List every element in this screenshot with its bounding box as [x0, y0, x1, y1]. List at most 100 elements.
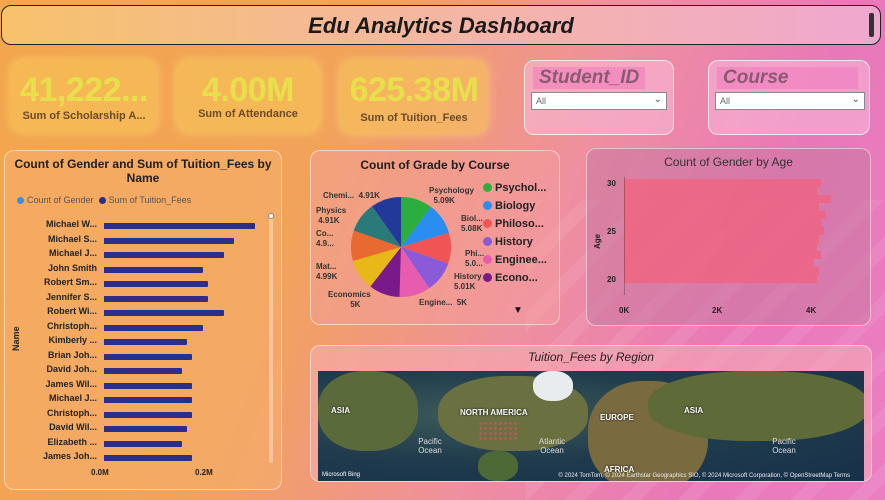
tuition-bar[interactable] — [104, 295, 208, 302]
age-bar[interactable] — [624, 267, 819, 275]
tuition-by-region-title: Tuition_Fees by Region — [528, 350, 654, 364]
header-bar: Edu Analytics Dashboard — [1, 5, 881, 45]
bar-category-label: Christoph... — [47, 320, 97, 331]
pie-label-psychology: Psychology 5.09K — [429, 186, 474, 205]
bar-category-label: Elizabeth ... — [47, 436, 97, 447]
age-axis-label: Age — [593, 233, 602, 249]
bar-category-label: Brian Joh... — [47, 349, 97, 360]
course-slicer: Course All ⌄ — [708, 60, 870, 135]
pie-legend-item[interactable]: Enginee... — [483, 254, 547, 266]
tuition-bar[interactable] — [104, 397, 192, 403]
age-bar[interactable] — [624, 179, 821, 187]
kpi-scholarship-value: 41,222... — [20, 71, 148, 109]
age-bar[interactable] — [624, 219, 821, 227]
tuition-bar[interactable] — [104, 455, 192, 461]
course-dropdown[interactable]: All ⌄ — [715, 92, 865, 110]
bar-category-label: Kimberly ... — [48, 335, 97, 345]
map-ocean-pacific-east: Pacific Ocean — [772, 437, 796, 455]
chevron-down-icon: ⌄ — [851, 94, 860, 105]
pie-legend-item[interactable]: Econo... — [483, 272, 547, 284]
tuition-bar[interactable] — [104, 266, 203, 273]
map-land — [478, 451, 518, 481]
legend-tuition: Sum of Tuition_Fees — [108, 195, 192, 205]
map-ocean-pacific-west: Pacific Ocean — [418, 437, 442, 455]
tuition-bar[interactable] — [104, 310, 224, 316]
gender-by-age-card: Count of Gender by Age Age 30 25 20 0K 2… — [586, 148, 871, 326]
pie-legend-item[interactable]: History — [483, 236, 547, 248]
tuition-bar[interactable] — [104, 440, 182, 447]
tuition-bar[interactable] — [104, 281, 208, 287]
kpi-tuition-card[interactable]: 625.38M Sum of Tuition_Fees — [340, 60, 488, 134]
age-bar[interactable] — [624, 211, 826, 219]
bar-scrollbar[interactable] — [268, 213, 274, 463]
region-map[interactable]: ASIA NORTH AMERICA EUROPE ASIA AFRICA Pa… — [318, 371, 864, 481]
bar-category-label: Michael J... — [48, 248, 97, 258]
pie-legend-item[interactable]: Philoso... — [483, 218, 547, 230]
age-bar[interactable] — [624, 195, 831, 203]
kpi-scholarship-card[interactable]: 41,222... Sum of Scholarship A... — [11, 60, 157, 132]
bar-category-label: James Wil... — [45, 378, 97, 389]
kpi-tuition-value: 625.38M — [349, 71, 479, 109]
age-xtick-0: 0K — [619, 306, 630, 315]
age-bar[interactable] — [624, 275, 817, 283]
bing-logo: Microsoft Bing — [322, 472, 361, 478]
map-land — [533, 371, 573, 401]
pie-chart[interactable] — [351, 197, 451, 297]
map-land — [648, 371, 864, 441]
tuition-by-region-card: Tuition_Fees by Region ASIA NORTH AMERIC… — [310, 345, 872, 482]
grade-by-course-card: Count of Grade by Course Psychology 5.09… — [310, 150, 560, 325]
pie-label-biology: Biol... 5.08K — [461, 214, 483, 233]
age-bar[interactable] — [624, 187, 817, 195]
dashboard-title: Edu Analytics Dashboard — [308, 13, 574, 38]
student-id-dropdown[interactable]: All ⌄ — [531, 92, 667, 110]
age-bar[interactable] — [624, 259, 814, 267]
tuition-bar[interactable] — [104, 411, 192, 418]
kpi-attendance-card[interactable]: 4.00M Sum of Attendance — [176, 60, 320, 132]
map-label-europe: EUROPE — [600, 413, 634, 422]
map-credit: © 2024 TomTom, © 2024 Earthstar Geograph… — [558, 473, 850, 479]
age-bar[interactable] — [624, 243, 817, 251]
legend-scroll-down-icon[interactable]: ▼ — [513, 305, 523, 316]
tuition-bar[interactable] — [104, 382, 192, 389]
age-bar[interactable] — [624, 227, 824, 235]
age-bar[interactable] — [624, 251, 821, 259]
gender-by-age-title: Count of Gender by Age — [664, 155, 793, 169]
course-selected: All — [720, 96, 731, 106]
age-tick-20: 20 — [607, 275, 616, 284]
map-data-points[interactable] — [478, 421, 518, 441]
bar-category-label: Robert Wi... — [47, 306, 97, 316]
tuition-bar[interactable] — [104, 252, 224, 258]
bar-category-label: Jennifer S... — [45, 291, 97, 302]
age-bar[interactable] — [624, 203, 819, 211]
pie-legend-item[interactable]: Psychol... — [483, 182, 547, 194]
tuition-bar[interactable] — [104, 426, 187, 432]
bar-category-label: Michael J... — [48, 393, 97, 403]
student-id-slicer-title: Student_ID — [533, 67, 646, 89]
pie-label-chemistry: Chemi... 4.91K — [323, 191, 380, 200]
scroll-handle[interactable] — [268, 213, 274, 219]
grade-by-course-title: Count of Grade by Course — [360, 158, 510, 172]
bar-category-label: David Joh... — [46, 364, 97, 374]
bar-category-label: Michael W... — [45, 219, 97, 229]
age-bar[interactable] — [624, 235, 819, 243]
chevron-down-icon: ⌄ — [653, 94, 662, 105]
legend-gender: Count of Gender — [27, 195, 94, 205]
header-scrollbar[interactable] — [869, 13, 874, 37]
tuition-bar[interactable] — [104, 339, 187, 345]
tuition-bar[interactable] — [104, 223, 255, 229]
bar-legend: Count of Gender Sum of Tuition_Fees — [17, 195, 191, 205]
pie-legend-item[interactable]: Biology — [483, 200, 547, 212]
map-label-north-america: NORTH AMERICA — [460, 408, 528, 417]
age-tick-30: 30 — [607, 179, 616, 188]
tuition-bar[interactable] — [104, 368, 182, 374]
age-axis-line — [624, 177, 625, 295]
bar-category-label: James Joh... — [42, 451, 97, 461]
pie-label-engineering: Engine... 5K — [419, 298, 468, 307]
tuition-bar[interactable] — [104, 237, 234, 244]
tuition-bar[interactable] — [104, 353, 192, 360]
pie-label-economics: Economics 5K — [328, 290, 371, 309]
tuition-bar[interactable] — [104, 324, 203, 331]
age-tick-25: 25 — [607, 227, 616, 236]
kpi-scholarship-label: Sum of Scholarship A... — [22, 110, 146, 122]
x-tick-1: 0.2M — [195, 468, 213, 477]
